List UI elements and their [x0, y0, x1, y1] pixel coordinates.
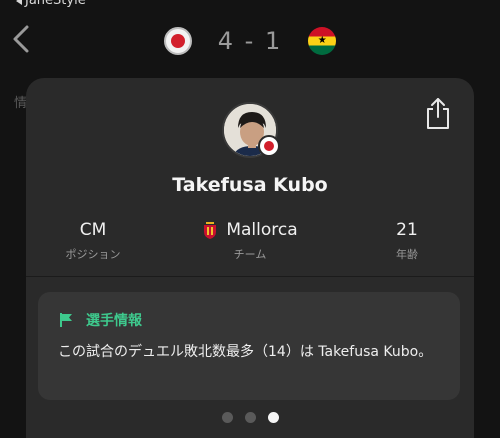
stat-team[interactable]: Mallorca チーム [190, 218, 310, 262]
page-dot-2[interactable] [244, 412, 256, 423]
mallorca-crest-icon [204, 222, 217, 239]
flag-icon [60, 313, 72, 327]
info-title: 選手情報 [86, 313, 142, 329]
stat-age-value: 21 [396, 220, 418, 240]
page-indicator[interactable] [26, 412, 474, 423]
back-app-label: JaneStyle [25, 0, 86, 8]
match-score: 4 - 1 [217, 27, 283, 55]
ghana-flag-icon[interactable] [308, 27, 337, 55]
player-info-box: 選手情報 この試合のデュエル敗北数最多（14）は Takefusa Kubo。 [38, 292, 460, 400]
stat-team-label: チーム [233, 248, 267, 261]
stat-age: 21 年齢 [362, 218, 452, 262]
page-dot-3-active[interactable] [267, 412, 279, 423]
player-card: Takefusa Kubo CM ポジション Mallorca チーム 21 年… [26, 78, 474, 438]
nationality-badge-icon [258, 135, 280, 157]
page-dot-1[interactable] [221, 412, 233, 423]
info-text: この試合のデュエル敗北数最多（14）は Takefusa Kubo。 [58, 344, 433, 360]
match-header: 4 - 1 [0, 24, 500, 58]
stat-team-value: Mallorca [226, 220, 298, 240]
back-triangle-icon [16, 0, 22, 5]
status-back-link[interactable]: JaneStyle [16, 0, 86, 8]
player-name: Takefusa Kubo [172, 174, 328, 196]
stat-position: CM ポジション [48, 218, 138, 262]
stat-position-label: ポジション [65, 248, 121, 261]
stat-age-label: 年齢 [396, 248, 418, 261]
japan-flag-icon[interactable] [163, 27, 192, 55]
card-divider [26, 276, 474, 277]
stat-position-value: CM [79, 220, 107, 240]
share-icon[interactable] [424, 96, 452, 130]
